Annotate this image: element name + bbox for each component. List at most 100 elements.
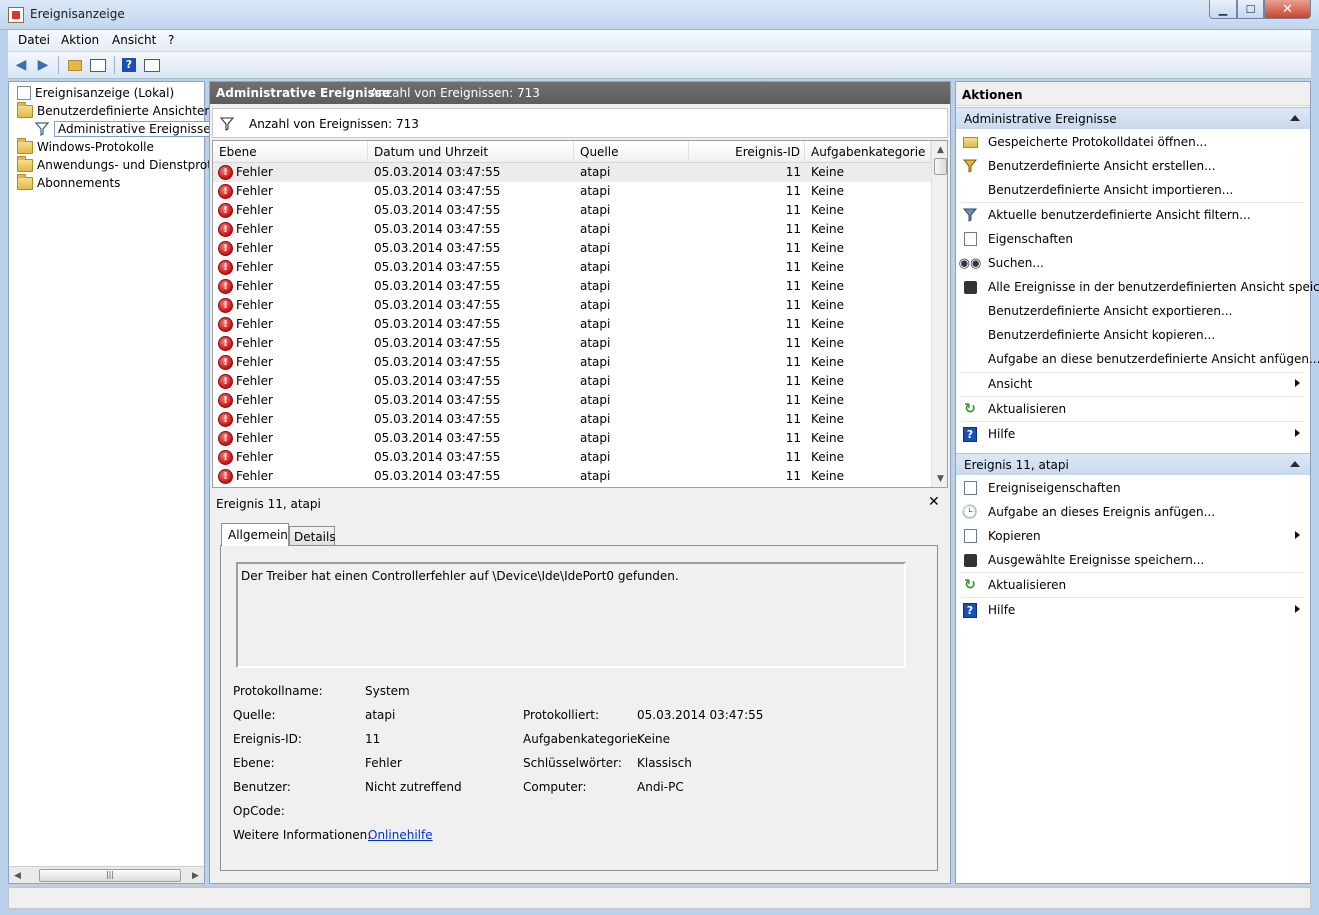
description-box[interactable]: Der Treiber hat einen Controllerfehler a… (236, 562, 906, 668)
minimize-button[interactable]: ▁ (1209, 0, 1237, 19)
action-save-all-events[interactable]: Alle Ereignisse in der benutzerdefiniert… (956, 276, 1319, 298)
table-row[interactable]: ! Fehler 05.03.2014 03:47:55 atapi 11 Keine (213, 277, 931, 296)
tree-item-app-logs[interactable]: Anwendungs- und Dienstproto (17, 155, 219, 174)
toolbar-separator (114, 56, 115, 74)
show-hide-actions-icon[interactable] (142, 56, 162, 74)
submenu-arrow-icon (1295, 429, 1300, 437)
tab-details[interactable]: Details (289, 526, 336, 546)
table-cell: atapi (580, 203, 611, 217)
action-refresh-event[interactable]: ↻ Aktualisieren (956, 574, 1310, 596)
action-help-event[interactable]: ? Hilfe (956, 599, 1310, 621)
action-refresh[interactable]: ↻ Aktualisieren (956, 398, 1310, 420)
error-icon: ! (218, 355, 233, 370)
close-button[interactable]: ✕ (1264, 0, 1311, 19)
online-help-link[interactable]: Onlinehilfe (368, 828, 433, 842)
table-cell: atapi (580, 184, 611, 198)
scroll-left-icon[interactable]: ◀ (9, 867, 26, 884)
table-cell: 11 (785, 260, 801, 274)
menu-datei[interactable]: Datei (18, 33, 50, 47)
action-view[interactable]: Ansicht (956, 373, 1310, 395)
action-help[interactable]: ? Hilfe (956, 423, 1310, 445)
table-cell: 05.03.2014 03:47:55 (374, 203, 501, 217)
scrollbar-thumb[interactable] (934, 158, 947, 175)
action-open-saved-log[interactable]: Gespeicherte Protokolldatei öffnen... (956, 131, 1310, 153)
section-header-event[interactable]: Ereignis 11, atapi (956, 453, 1310, 475)
table-row[interactable]: ! Fehler 05.03.2014 03:47:55 atapi 11 Keine (213, 182, 931, 201)
table-row[interactable]: ! Fehler 05.03.2014 03:47:55 atapi 11 Keine (213, 296, 931, 315)
scroll-up-icon[interactable]: ▲ (932, 141, 947, 158)
table-row[interactable]: ! Fehler 05.03.2014 03:47:55 atapi 11 Keine (213, 372, 931, 391)
section-header-admin-events[interactable]: Administrative Ereignisse (956, 107, 1310, 129)
tree-item-custom-views[interactable]: Benutzerdefinierte Ansichten (17, 101, 212, 120)
collapse-icon[interactable] (1290, 115, 1300, 121)
menu-ansicht[interactable]: Ansicht (112, 33, 156, 47)
label-event-id: Ereignis-ID: (233, 732, 302, 746)
table-row[interactable]: ! Fehler 05.03.2014 03:47:55 atapi 11 Keine (213, 334, 931, 353)
column-header-ereignis-id[interactable]: Ereignis-ID (689, 141, 805, 163)
scroll-down-icon[interactable]: ▼ (932, 470, 947, 487)
table-cell: Keine (811, 469, 844, 483)
event-viewer-icon (17, 86, 31, 100)
error-icon: ! (218, 241, 233, 256)
table-row[interactable]: ! Fehler 05.03.2014 03:47:55 atapi 11 Keine (213, 448, 931, 467)
vertical-scrollbar[interactable]: ▲ ▼ (931, 141, 947, 487)
help-icon[interactable]: ? (119, 56, 139, 74)
action-copy-custom-view[interactable]: Benutzerdefinierte Ansicht kopieren... (956, 324, 1310, 346)
close-icon[interactable]: ✕ (928, 494, 940, 510)
tab-allgemein[interactable]: Allgemein (221, 523, 289, 546)
table-row[interactable]: ! Fehler 05.03.2014 03:47:55 atapi 11 Keine (213, 467, 931, 486)
table-row[interactable]: ! Fehler 05.03.2014 03:47:55 atapi 11 Keine (213, 220, 931, 239)
column-header-datum[interactable]: Datum und Uhrzeit (368, 141, 574, 163)
table-row[interactable]: ! Fehler 05.03.2014 03:47:55 atapi 11 Keine (213, 201, 931, 220)
table-row[interactable]: ! Fehler 05.03.2014 03:47:55 atapi 11 Keine (213, 258, 931, 277)
forward-arrow-icon[interactable]: ▶ (33, 56, 53, 74)
maximize-button[interactable]: ☐ (1237, 0, 1264, 19)
tree-item-root[interactable]: Ereignisanzeige (Lokal) (17, 84, 174, 102)
table-row[interactable]: ! Fehler 05.03.2014 03:47:55 atapi 11 Keine (213, 410, 931, 429)
value-source: atapi (365, 708, 396, 722)
action-create-custom-view[interactable]: Benutzerdefinierte Ansicht erstellen... (956, 155, 1310, 177)
action-filter-current-view[interactable]: Aktuelle benutzerdefinierte Ansicht filt… (956, 204, 1310, 226)
tree-item-windows-logs[interactable]: Windows-Protokolle (17, 137, 154, 156)
table-cell: atapi (580, 241, 611, 255)
table-row[interactable]: ! Fehler 05.03.2014 03:47:55 atapi 11 Keine (213, 163, 931, 182)
action-event-properties[interactable]: Ereigniseigenschaften (956, 477, 1310, 499)
scrollbar-thumb[interactable]: ||| (39, 869, 181, 882)
tree-item-admin-events[interactable]: Administrative Ereignisse (35, 120, 215, 138)
table-row[interactable]: ! Fehler 05.03.2014 03:47:55 atapi 11 Keine (213, 391, 931, 410)
folder-up-icon[interactable] (65, 56, 85, 74)
table-row[interactable]: ! Fehler 05.03.2014 03:47:55 atapi 11 Keine (213, 315, 931, 334)
error-icon: ! (218, 450, 233, 465)
menu-aktion[interactable]: Aktion (61, 33, 99, 47)
column-header-aufgabenkategorie[interactable]: Aufgabenkategorie (805, 141, 931, 163)
action-find[interactable]: ◉◉ Suchen... (956, 252, 1310, 274)
collapse-icon[interactable] (1290, 461, 1300, 467)
action-import-custom-view[interactable]: Benutzerdefinierte Ansicht importieren..… (956, 179, 1310, 201)
table-row[interactable]: ! Fehler 05.03.2014 03:47:55 atapi 11 Keine (213, 429, 931, 448)
menu-help[interactable]: ? (168, 33, 174, 47)
action-export-custom-view[interactable]: Benutzerdefinierte Ansicht exportieren..… (956, 300, 1310, 322)
table-cell: Keine (811, 241, 844, 255)
action-copy[interactable]: Kopieren (956, 525, 1310, 547)
action-properties[interactable]: Eigenschaften (956, 228, 1310, 250)
show-hide-tree-icon[interactable] (88, 56, 108, 74)
tree-item-subscriptions[interactable]: Abonnements (17, 173, 120, 192)
action-attach-task-event[interactable]: 🕒 Aufgabe an dieses Ereignis anfügen... (956, 501, 1310, 523)
horizontal-scrollbar[interactable]: ◀ ||| ▶ (9, 866, 204, 883)
table-cell: Fehler (236, 298, 273, 312)
column-header-quelle[interactable]: Quelle (574, 141, 689, 163)
table-cell: Keine (811, 317, 844, 331)
table-cell: 05.03.2014 03:47:55 (374, 222, 501, 236)
scroll-right-icon[interactable]: ▶ (187, 867, 204, 884)
table-cell: 05.03.2014 03:47:55 (374, 184, 501, 198)
table-cell: 05.03.2014 03:47:55 (374, 317, 501, 331)
table-row[interactable]: ! Fehler 05.03.2014 03:47:55 atapi 11 Keine (213, 353, 931, 372)
action-attach-task-view[interactable]: Aufgabe an diese benutzerdefinierte Ansi… (956, 348, 1319, 370)
table-cell: 05.03.2014 03:47:55 (374, 279, 501, 293)
table-cell: 05.03.2014 03:47:55 (374, 393, 501, 407)
back-arrow-icon[interactable]: ◀ (11, 56, 31, 74)
column-header-ebene[interactable]: Ebene (213, 141, 368, 163)
action-save-selected-events[interactable]: Ausgewählte Ereignisse speichern... (956, 549, 1310, 571)
table-cell: 11 (785, 184, 801, 198)
table-row[interactable]: ! Fehler 05.03.2014 03:47:55 atapi 11 Keine (213, 239, 931, 258)
